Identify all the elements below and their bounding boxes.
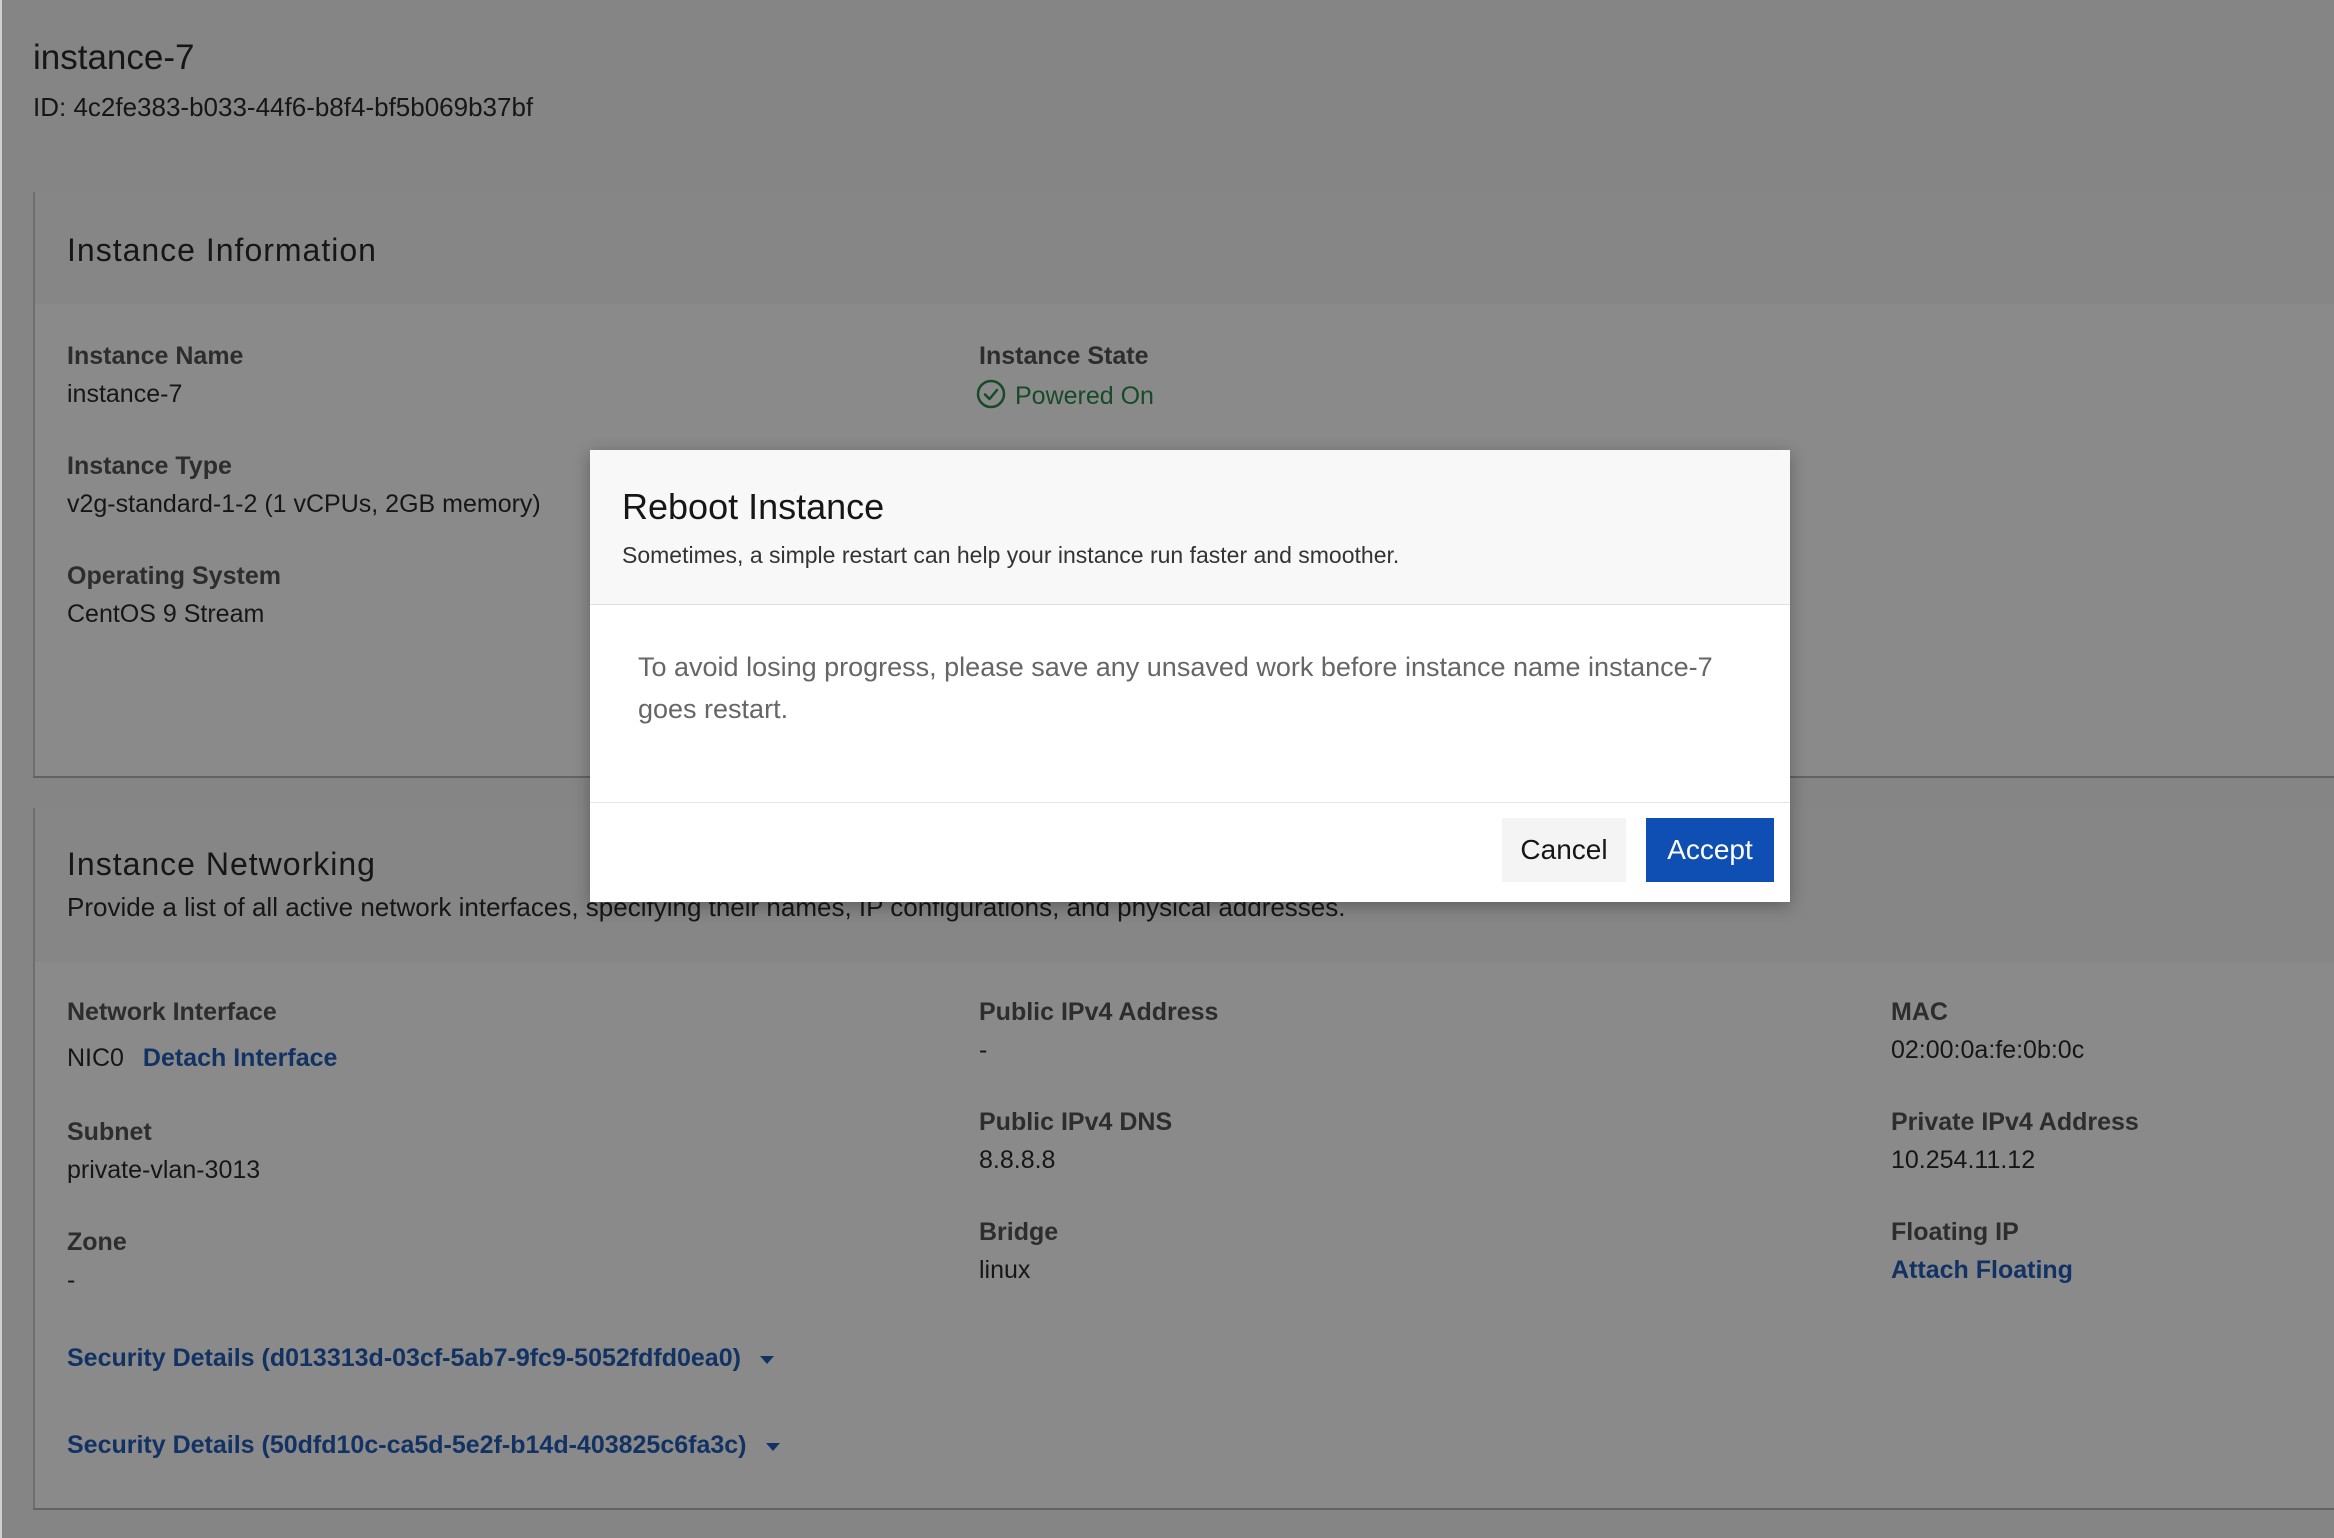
modal-body-text: To avoid losing progress, please save an… — [638, 652, 1713, 724]
modal-title: Reboot Instance — [622, 486, 885, 527]
modal-header: Reboot Instance Sometimes, a simple rest… — [590, 450, 1790, 605]
accept-button[interactable]: Accept — [1646, 818, 1774, 882]
modal-subtitle: Sometimes, a simple restart can help you… — [622, 542, 1400, 568]
instance-detail-page: instance-7 ID: 4c2fe383-b033-44f6-b8f4-b… — [0, 0, 2334, 1538]
cancel-button[interactable]: Cancel — [1502, 818, 1626, 882]
reboot-instance-modal: Reboot Instance Sometimes, a simple rest… — [590, 450, 1790, 902]
